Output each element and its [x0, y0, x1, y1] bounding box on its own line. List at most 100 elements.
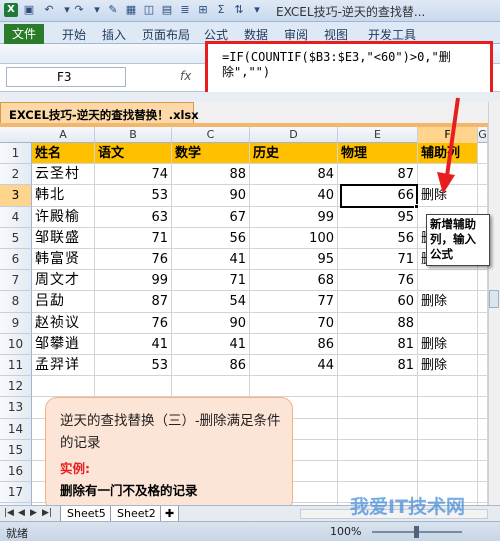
- cell-e7[interactable]: 76: [338, 270, 418, 292]
- cell-g3[interactable]: [478, 185, 488, 207]
- cell-f14[interactable]: [418, 418, 478, 440]
- cell-f12[interactable]: [418, 376, 478, 398]
- cell-c7[interactable]: 71: [172, 270, 250, 292]
- cell-d8[interactable]: 77: [250, 291, 338, 313]
- cell-e12[interactable]: [338, 376, 418, 398]
- fill-handle[interactable]: [414, 203, 419, 209]
- tab-insert[interactable]: 插入: [102, 26, 126, 43]
- cell-c6[interactable]: 41: [172, 249, 250, 271]
- tab-file[interactable]: 文件: [4, 24, 44, 44]
- row-header-4[interactable]: 4: [0, 206, 32, 228]
- cell-e4[interactable]: 95: [338, 206, 418, 228]
- cell-g14[interactable]: [478, 418, 488, 440]
- last-sheet-icon[interactable]: ▶|: [42, 508, 52, 518]
- row-header-9[interactable]: 9: [0, 312, 32, 334]
- cell-e11[interactable]: 81: [338, 355, 418, 377]
- cell-g12[interactable]: [478, 376, 488, 398]
- row-header-1[interactable]: 1: [0, 143, 32, 165]
- row-header-8[interactable]: 8: [0, 291, 32, 313]
- cell-e1[interactable]: 物理: [338, 143, 418, 165]
- column-header-e[interactable]: E: [338, 127, 418, 143]
- cell-e2[interactable]: 87: [338, 164, 418, 186]
- cell-g10[interactable]: [478, 333, 488, 355]
- table-icon[interactable]: ▤: [160, 3, 174, 17]
- cell-d2[interactable]: 84: [250, 164, 338, 186]
- cell-g16[interactable]: [478, 461, 488, 483]
- cell-c1[interactable]: 数学: [172, 143, 250, 165]
- cell-c11[interactable]: 86: [172, 355, 250, 377]
- cell-e14[interactable]: [338, 418, 418, 440]
- cell-b3[interactable]: 53: [95, 185, 172, 207]
- cell-f8[interactable]: 删除: [418, 291, 478, 313]
- row-header-5[interactable]: 5: [0, 227, 32, 249]
- cell-f15[interactable]: [418, 439, 478, 461]
- cell-e15[interactable]: [338, 439, 418, 461]
- cell-g7[interactable]: [478, 270, 488, 292]
- prev-sheet-icon[interactable]: ◀: [18, 508, 25, 518]
- cell-f1[interactable]: 辅助列: [418, 143, 478, 165]
- cell-b1[interactable]: 语文: [95, 143, 172, 165]
- cell-b8[interactable]: 87: [95, 291, 172, 313]
- vertical-scroll-thumb[interactable]: [489, 290, 499, 308]
- excel-app-icon[interactable]: X: [4, 3, 18, 17]
- cell-d7[interactable]: 68: [250, 270, 338, 292]
- cell-a11[interactable]: 孟羿详: [32, 355, 95, 377]
- new-sheet-icon[interactable]: ✚: [160, 506, 180, 522]
- cell-b6[interactable]: 76: [95, 249, 172, 271]
- cell-d4[interactable]: 99: [250, 206, 338, 228]
- cell-e6[interactable]: 71: [338, 249, 418, 271]
- next-sheet-icon[interactable]: ▶: [30, 508, 37, 518]
- cell-d9[interactable]: 70: [250, 312, 338, 334]
- column-header-b[interactable]: B: [95, 127, 172, 143]
- cell-a10[interactable]: 邹攀逍: [32, 333, 95, 355]
- cell-d1[interactable]: 历史: [250, 143, 338, 165]
- cell-c4[interactable]: 67: [172, 206, 250, 228]
- row-header-6[interactable]: 6: [0, 249, 32, 271]
- cell-g17[interactable]: [478, 482, 488, 504]
- cell-g8[interactable]: [478, 291, 488, 313]
- cell-g13[interactable]: [478, 397, 488, 419]
- cell-d3[interactable]: 40: [250, 185, 338, 207]
- cell-b5[interactable]: 71: [95, 227, 172, 249]
- sheet-tab-sheet5[interactable]: Sheet5: [60, 506, 113, 522]
- cell-g11[interactable]: [478, 355, 488, 377]
- cell-f13[interactable]: [418, 397, 478, 419]
- cell-e16[interactable]: [338, 461, 418, 483]
- row-header-3[interactable]: 3: [0, 185, 32, 207]
- row-header-13[interactable]: 13: [0, 397, 32, 419]
- cell-b10[interactable]: 41: [95, 333, 172, 355]
- row-header-10[interactable]: 10: [0, 333, 32, 355]
- formula-input[interactable]: =IF(COUNTIF($B3:$E3,"<60")>0,"删除",""): [222, 50, 492, 80]
- insert-icon[interactable]: ⊞: [196, 3, 210, 17]
- cell-c8[interactable]: 54: [172, 291, 250, 313]
- cell-c9[interactable]: 90: [172, 312, 250, 334]
- row-header-7[interactable]: 7: [0, 270, 32, 292]
- cell-a7[interactable]: 周文才: [32, 270, 95, 292]
- zoom-level[interactable]: 100%: [330, 525, 361, 538]
- cell-b11[interactable]: 53: [95, 355, 172, 377]
- row-header-14[interactable]: 14: [0, 418, 32, 440]
- cell-b9[interactable]: 76: [95, 312, 172, 334]
- format-painter-icon[interactable]: ✎: [106, 3, 120, 17]
- cell-d6[interactable]: 95: [250, 249, 338, 271]
- redo-dropdown-icon[interactable]: ▾: [90, 3, 104, 17]
- cell-f9[interactable]: [418, 312, 478, 334]
- cell-c5[interactable]: 56: [172, 227, 250, 249]
- column-header-c[interactable]: C: [172, 127, 250, 143]
- tab-page-layout[interactable]: 页面布局: [142, 26, 190, 43]
- redo-icon[interactable]: ↷: [72, 3, 86, 17]
- cell-a12[interactable]: [32, 376, 95, 398]
- cell-b2[interactable]: 74: [95, 164, 172, 186]
- column-header-f[interactable]: F: [418, 127, 478, 143]
- column-header-g[interactable]: G: [478, 127, 488, 143]
- first-sheet-icon[interactable]: |◀: [4, 508, 14, 518]
- cell-a2[interactable]: 云圣村: [32, 164, 95, 186]
- cell-e10[interactable]: 81: [338, 333, 418, 355]
- cell-f3[interactable]: 删除: [418, 185, 478, 207]
- cell-e9[interactable]: 88: [338, 312, 418, 334]
- cell-a5[interactable]: 邹联盛: [32, 227, 95, 249]
- cell-d12[interactable]: [250, 376, 338, 398]
- row-header-17[interactable]: 17: [0, 482, 32, 504]
- fx-icon[interactable]: fx: [180, 69, 191, 83]
- cell-d10[interactable]: 86: [250, 333, 338, 355]
